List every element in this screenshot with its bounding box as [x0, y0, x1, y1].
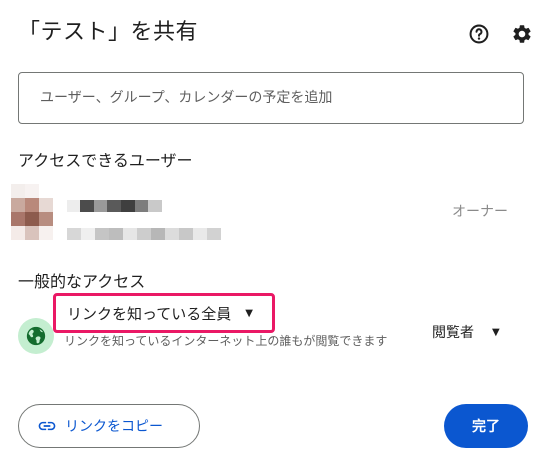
dropdown-arrow-icon: ▼	[492, 326, 500, 338]
link-role-label: 閲覧者	[432, 325, 474, 341]
general-access-heading: 一般的なアクセス	[18, 272, 146, 291]
link-role-dropdown[interactable]: 閲覧者 ▼	[432, 322, 500, 342]
done-label: 完了	[472, 419, 500, 435]
owner-avatar	[11, 184, 53, 242]
owner-name-redacted	[67, 200, 167, 212]
help-icon[interactable]	[464, 19, 494, 49]
general-access-description: リンクを知っているインターネット上の誰もが閲覧できます	[64, 334, 388, 348]
copy-link-button[interactable]: リンクをコピー	[18, 404, 200, 448]
globe-icon	[18, 318, 54, 354]
dialog-title: 「テスト」を共有	[18, 20, 199, 45]
owner-role-label: オーナー	[452, 204, 508, 220]
owner-email-redacted	[67, 228, 221, 240]
general-access-dropdown[interactable]: リンクを知っている全員 ▼	[53, 293, 275, 333]
done-button[interactable]: 完了	[444, 404, 528, 448]
add-people-input[interactable]	[18, 72, 524, 124]
dropdown-arrow-icon: ▼	[245, 307, 253, 319]
people-with-access-heading: アクセスできるユーザー	[18, 151, 193, 170]
gear-icon[interactable]	[507, 19, 537, 49]
link-icon	[37, 416, 57, 436]
copy-link-label: リンクをコピー	[65, 419, 163, 435]
general-access-setting: リンクを知っている全員	[67, 304, 232, 323]
